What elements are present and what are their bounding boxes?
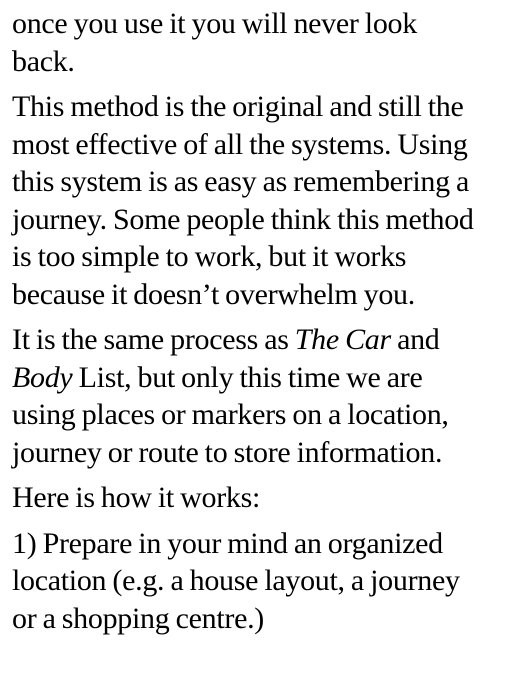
text-line: This method is the original and still th… [12, 90, 464, 123]
italic-title: Body [12, 360, 73, 394]
text-line: because it doesn’t overwhelm you. [12, 277, 415, 311]
text-line: Body List, but only this time we are [12, 359, 526, 397]
text-line: journey. Some people think this method [12, 202, 474, 236]
text-line: most effective of all the systems. Using [12, 127, 468, 161]
paragraph-how: Here is how it works: [12, 479, 526, 517]
paragraph-method: This method is the original and still th… [12, 88, 526, 313]
text-line: It is the same process as The Car and [12, 321, 526, 359]
text-line: this system is as easy as remembering a [12, 165, 470, 198]
text-line: location (e.g. a house layout, a journey [12, 564, 460, 597]
text-line: is too simple to work, but it works [12, 240, 407, 273]
text-line: once you use it you will never look [12, 7, 417, 40]
paragraph-intro-end: once you use it you will never look back… [12, 5, 526, 80]
text-segment: and [390, 323, 440, 356]
text-segment: List, but only this time we are [72, 360, 423, 394]
document-page: once you use it you will never look back… [0, 0, 526, 637]
paragraph-step-1: 1) Prepare in your mind an organized loc… [12, 525, 526, 638]
text-line: Here is how it works: [12, 481, 260, 514]
paragraph-process: It is the same process as The Car and Bo… [12, 321, 526, 471]
text-line: 1) Prepare in your mind an organized [12, 526, 443, 560]
text-line: journey or route to store information. [12, 435, 443, 469]
text-line: or a shopping centre.) [12, 601, 264, 635]
italic-title: The Car [294, 323, 391, 356]
text-line: back. [12, 44, 75, 78]
text-line: using places or markers on a location, [12, 398, 449, 431]
text-segment: It is the same process as [12, 323, 295, 356]
